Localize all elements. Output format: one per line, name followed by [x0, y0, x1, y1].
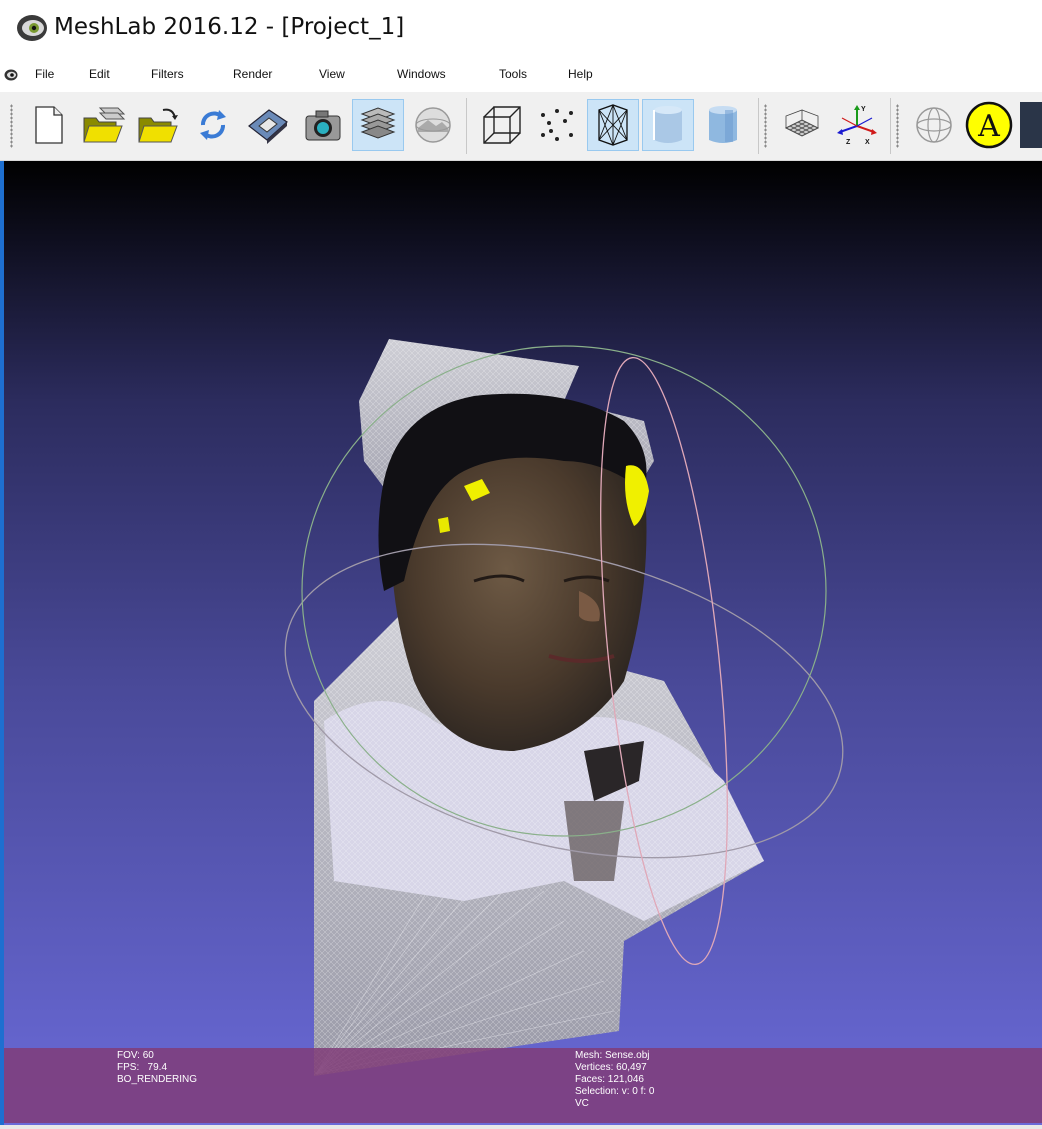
render-points-button[interactable] [531, 99, 583, 151]
menu-view[interactable]: View [319, 67, 345, 81]
menu-filters[interactable]: Filters [151, 67, 184, 81]
toolbar-overflow-icon[interactable] [1020, 102, 1042, 148]
raster-layers-icon [415, 107, 451, 143]
render-flat-button[interactable] [642, 99, 694, 151]
window-title: MeshLab 2016.12 - [Project_1] [54, 14, 405, 40]
toolbar-separator [890, 98, 891, 154]
axis-x-label: X [865, 139, 870, 146]
trackball-icon [916, 107, 952, 143]
annotation-letter: A [977, 109, 1000, 144]
mesh-render[interactable] [4, 161, 1042, 1127]
info-selection: Selection: v: 0 f: 0 [575, 1086, 655, 1097]
new-project-button[interactable] [22, 99, 74, 151]
smooth-shading-icon [709, 106, 737, 143]
menu-edit[interactable]: Edit [89, 67, 110, 81]
axis-y-label: Y [861, 106, 866, 113]
reload-button[interactable] [187, 99, 239, 151]
info-fps: FPS: 79.4 [117, 1062, 168, 1073]
grid-icon [784, 109, 820, 137]
axes-icon: Y Z X [837, 105, 877, 146]
snapshot-camera-icon [305, 110, 341, 141]
show-raster-button[interactable] [407, 99, 459, 151]
info-rendering-mode: BO_RENDERING [117, 1074, 198, 1085]
info-vertices: Vertices: 60,497 [575, 1062, 647, 1073]
show-grid-button[interactable] [776, 99, 828, 151]
menu-file[interactable]: File [35, 67, 54, 81]
menu-bar: File Edit Filters Render View Windows To… [0, 60, 1042, 92]
points-icon [541, 109, 573, 141]
reload-icon [200, 110, 226, 140]
flat-shading-icon [653, 106, 682, 143]
bounding-box-icon [483, 106, 521, 144]
wireframe-icon [598, 104, 628, 146]
trackball-button[interactable] [908, 99, 960, 151]
info-fov: FOV: 60 [117, 1050, 154, 1061]
info-color-mode: VC [575, 1098, 589, 1109]
axis-z-label: Z [846, 139, 851, 146]
menu-windows[interactable]: Windows [397, 67, 446, 81]
annotation-button[interactable]: A [963, 99, 1015, 151]
toolbar-separator [758, 98, 759, 154]
title-bar: MeshLab 2016.12 - [Project_1] [0, 0, 1042, 58]
info-faces: Faces: 121,046 [575, 1074, 644, 1085]
meshlab-logo-icon [17, 15, 47, 41]
render-smooth-button[interactable] [697, 99, 749, 151]
open-folder-icon [138, 108, 178, 143]
open-mesh-button[interactable] [132, 99, 184, 151]
toolbar-grip[interactable] [896, 104, 899, 148]
toolbar-separator [466, 98, 467, 154]
menu-help[interactable]: Help [568, 67, 593, 81]
menu-tools[interactable]: Tools [499, 67, 527, 81]
save-icon [248, 109, 288, 144]
new-document-icon [35, 106, 63, 144]
show-layers-button[interactable] [352, 99, 404, 151]
toolbar-grip[interactable] [764, 104, 767, 148]
meshlab-small-logo-icon[interactable] [4, 68, 18, 82]
snapshot-button[interactable] [297, 99, 349, 151]
layers-icon [360, 107, 396, 139]
viewport-info-bar: FOV: 60 FPS: 79.4 BO_RENDERING Mesh: Sen… [4, 1048, 1042, 1123]
main-toolbar: Y Z X A [0, 92, 1042, 161]
toolbar-grip[interactable] [10, 104, 13, 148]
annotation-a-icon: A [965, 101, 1013, 149]
show-axes-button[interactable]: Y Z X [831, 99, 883, 151]
open-layers-icon [83, 107, 126, 143]
info-mesh-name: Mesh: Sense.obj [575, 1050, 650, 1061]
3d-viewport[interactable]: FOV: 60 FPS: 79.4 BO_RENDERING Mesh: Sen… [4, 161, 1042, 1127]
menu-render[interactable]: Render [233, 67, 272, 81]
open-project-button[interactable] [77, 99, 129, 151]
save-button[interactable] [242, 99, 294, 151]
render-wireframe-button[interactable] [587, 99, 639, 151]
status-bar [0, 1125, 1042, 1129]
render-bbox-button[interactable] [476, 99, 528, 151]
